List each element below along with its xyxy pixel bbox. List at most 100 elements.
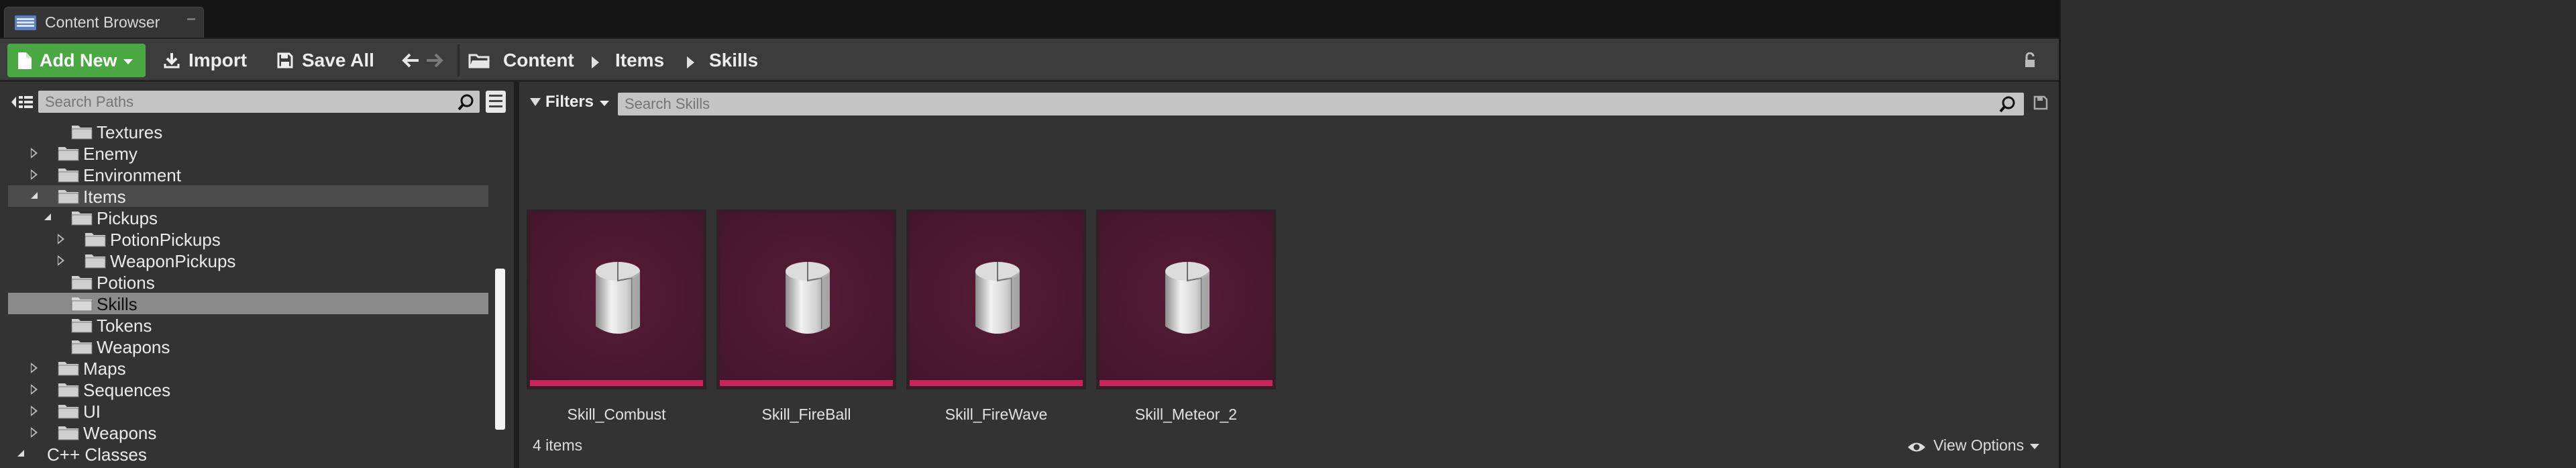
collapse-sources-icon[interactable]	[9, 93, 34, 111]
tree-item-pickups[interactable]: Pickups	[8, 207, 488, 228]
tree-item-weapons[interactable]: Weapons	[8, 422, 488, 443]
tree-item-skills[interactable]: Skills	[8, 293, 488, 314]
tree-item-potionpickups[interactable]: PotionPickups	[8, 228, 488, 250]
asset-view: Filters Skill_Combust Skill_FireBall Skill…	[519, 82, 2059, 468]
tree-scrollbar[interactable]	[495, 269, 505, 430]
folder-open-icon[interactable]	[468, 52, 491, 73]
save-search-icon[interactable]	[2033, 95, 2048, 111]
expanded-arrow-icon[interactable]	[31, 192, 38, 199]
new-document-icon	[18, 52, 32, 69]
forward-arrow-icon[interactable]	[425, 52, 444, 71]
collapsed-arrow-icon[interactable]	[58, 234, 64, 244]
tree-item-items[interactable]: Items	[8, 185, 488, 207]
sources-panel: TexturesEnemyEnvironmentItemsPickupsPoti…	[0, 82, 514, 468]
tab-minimize-icon[interactable]	[187, 18, 195, 20]
folder-icon	[58, 167, 79, 183]
breadcrumb-skills[interactable]: Skills	[709, 44, 758, 77]
breadcrumb-items[interactable]: Items	[615, 44, 664, 77]
breadcrumb-separator-icon[interactable]	[592, 56, 599, 68]
collapsed-arrow-icon[interactable]	[58, 255, 64, 266]
tree-item-label: Weapons	[83, 423, 157, 443]
folder-icon	[85, 252, 106, 269]
search-paths-input[interactable]	[38, 91, 480, 113]
view-options-button[interactable]: View Options	[1907, 435, 2040, 455]
tree-item-label: Textures	[97, 122, 163, 142]
folder-icon	[71, 209, 93, 226]
tab-bar: Content Browser	[0, 0, 2059, 38]
tree-item-ui[interactable]: UI	[8, 400, 488, 422]
chevron-down-icon	[123, 58, 133, 64]
search-icon[interactable]	[1999, 95, 2017, 113]
folder-icon	[58, 381, 79, 397]
content-browser-window: Content Browser Add New Import Save All …	[0, 0, 2059, 468]
toolbar: Add New Import Save All Content Items Sk…	[0, 38, 2059, 82]
tree-item-label: Weapons	[97, 337, 170, 357]
asset-tile[interactable]	[716, 209, 896, 389]
chevron-down-icon	[600, 100, 610, 106]
expanded-arrow-icon[interactable]	[17, 450, 24, 457]
asset-tile[interactable]	[527, 209, 706, 389]
tree-item-c-classes[interactable]: C++ Classes	[8, 443, 488, 465]
add-new-label: Add New	[40, 50, 117, 71]
import-button[interactable]: Import	[163, 44, 247, 77]
static-mesh-cylinder-icon	[786, 262, 830, 334]
import-label: Import	[189, 50, 248, 71]
empty-dock-area	[2059, 0, 2576, 468]
asset-name-label[interactable]: Skill_FireWave	[906, 406, 1086, 424]
tree-item-maps[interactable]: Maps	[8, 357, 488, 379]
toolbar-separator	[458, 44, 460, 77]
import-icon	[163, 52, 180, 69]
folder-icon	[71, 124, 93, 140]
tree-item-potions[interactable]: Potions	[8, 271, 488, 293]
collapsed-arrow-icon[interactable]	[31, 148, 38, 158]
folder-icon	[58, 403, 79, 419]
asset-name-label[interactable]: Skill_Meteor_2	[1096, 406, 1276, 424]
tree-item-sequences[interactable]: Sequences	[8, 379, 488, 400]
save-all-label: Save All	[302, 50, 374, 71]
collapsed-arrow-icon[interactable]	[31, 384, 38, 395]
tree-item-environment[interactable]: Environment	[8, 164, 488, 185]
save-all-button[interactable]: Save All	[276, 44, 374, 77]
tree-item-textures[interactable]: Textures	[8, 121, 488, 142]
asset-tile[interactable]	[906, 209, 1086, 389]
asset-name-label[interactable]: Skill_FireBall	[716, 406, 896, 424]
static-mesh-cylinder-icon	[596, 262, 640, 334]
panel-splitter[interactable]	[514, 82, 519, 468]
tree-item-weaponpickups[interactable]: WeaponPickups	[8, 250, 488, 271]
breadcrumb-separator-icon[interactable]	[687, 56, 694, 68]
static-mesh-cylinder-icon	[1165, 262, 1210, 334]
view-options-label: View Options	[1933, 436, 2025, 454]
collapsed-arrow-icon[interactable]	[31, 406, 38, 416]
back-arrow-icon[interactable]	[401, 52, 420, 71]
tree-item-enemy[interactable]: Enemy	[8, 142, 488, 164]
tree-item-label: UI	[83, 402, 101, 422]
asset-tile[interactable]	[1096, 209, 1276, 389]
folder-icon	[71, 338, 93, 355]
folder-icon	[71, 317, 93, 333]
asset-thumbnail	[1096, 209, 1276, 389]
tab-content-browser[interactable]: Content Browser	[4, 7, 204, 38]
lock-icon[interactable]	[2023, 52, 2038, 68]
expanded-arrow-icon[interactable]	[44, 214, 51, 220]
search-icon[interactable]	[458, 93, 475, 111]
collapsed-arrow-icon[interactable]	[31, 363, 38, 373]
filters-label: Filters	[545, 93, 594, 111]
search-assets-input[interactable]	[618, 93, 2024, 115]
breadcrumb-content[interactable]: Content	[503, 44, 574, 77]
save-icon	[276, 52, 294, 69]
tab-title: Content Browser	[45, 13, 160, 31]
tree-item-weapons[interactable]: Weapons	[8, 336, 488, 357]
filter-icon	[530, 98, 541, 106]
add-new-button[interactable]: Add New	[7, 44, 146, 77]
filters-button[interactable]: Filters	[530, 92, 610, 112]
folder-icon	[85, 231, 106, 247]
collapsed-arrow-icon[interactable]	[31, 427, 38, 438]
chevron-down-icon	[2030, 443, 2040, 449]
tree-item-label: Items	[83, 187, 126, 207]
items-count: 4 items	[533, 436, 583, 454]
tree-item-tokens[interactable]: Tokens	[8, 314, 488, 336]
view-options-list-icon[interactable]	[486, 91, 506, 113]
folder-tree: Textures Enemy Environment Items Pickups Poti…	[0, 120, 490, 468]
collapsed-arrow-icon[interactable]	[31, 169, 38, 180]
asset-name-label[interactable]: Skill_Combust	[527, 406, 706, 424]
